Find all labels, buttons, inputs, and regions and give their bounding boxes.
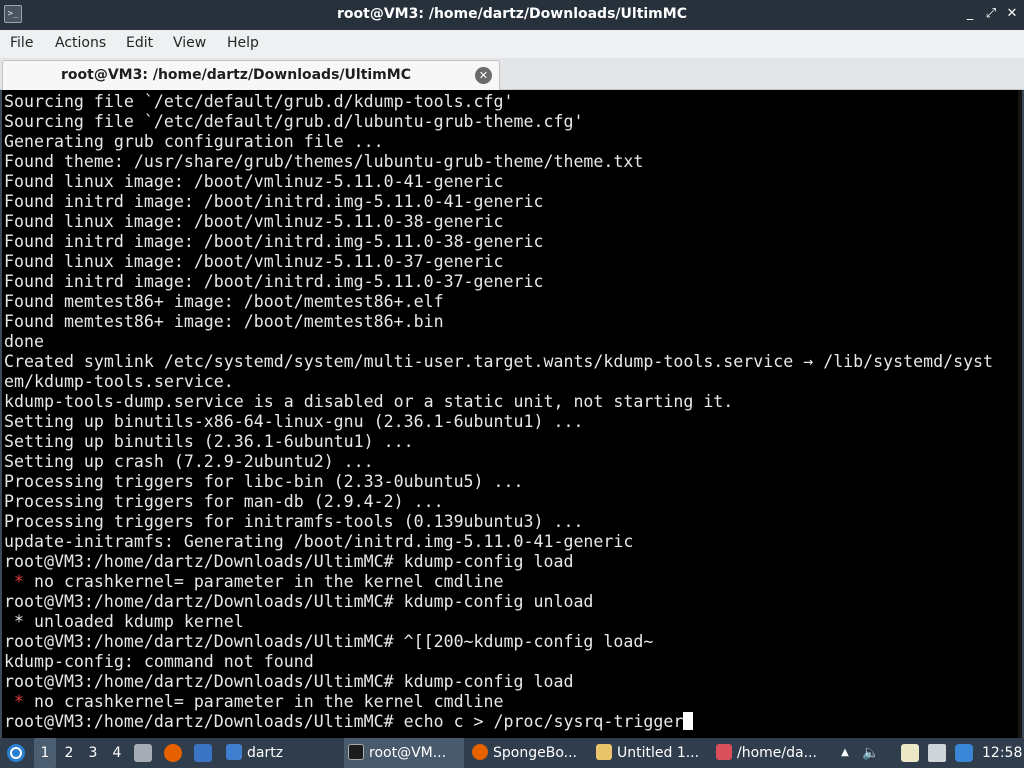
show-desktop-icon[interactable] [134,744,152,762]
terminal-line: Processing triggers for initramfs-tools … [4,512,584,531]
error-star: * [4,692,24,711]
lubuntu-menu-icon[interactable] [4,738,28,768]
terminal-line: Setting up binutils (2.36.1-6ubuntu1) ..… [4,432,414,451]
terminal-line: Setting up binutils-x86-64-linux-gnu (2.… [4,412,584,431]
terminal-scrollbar[interactable] [1018,90,1022,738]
terminal-line: Found initrd image: /boot/initrd.img-5.1… [4,192,544,211]
task-label: Untitled 1... [617,745,700,761]
taskbar: 1 2 3 4 dartz root@VM... SpongeBo... Unt… [0,738,1024,768]
bluetooth-icon[interactable] [955,744,973,762]
task-image-viewer[interactable]: /home/da... [714,738,832,768]
workspace-3[interactable]: 3 [82,738,104,768]
menu-view[interactable]: View [173,35,206,51]
terminal-line: root@VM3:/home/dartz/Downloads/UltimMC# … [4,632,654,651]
minimize-button[interactable]: _ [962,6,978,22]
clock: 12:58 [982,745,1022,761]
tray-arrow-icon[interactable]: ▲ [838,738,852,768]
terminal-line: kdump-tools-dump.service is a disabled o… [4,392,734,411]
task-text-editor[interactable]: Untitled 1... [592,738,710,768]
maximize-button[interactable]: ⤢ [983,6,999,22]
terminal-line: Sourcing file `/etc/default/grub.d/lubun… [4,112,584,131]
window-titlebar[interactable]: >_ root@VM3: /home/dartz/Downloads/Ultim… [0,0,1024,30]
terminal-line: Found initrd image: /boot/initrd.img-5.1… [4,232,544,251]
menu-help[interactable]: Help [227,35,259,51]
terminal-line: Found linux image: /boot/vmlinuz-5.11.0-… [4,252,504,271]
terminal-output[interactable]: Sourcing file `/etc/default/grub.d/kdump… [0,90,1024,738]
task-label: root@VM... [369,745,447,761]
clipboard-icon[interactable] [901,744,919,762]
task-label: dartz [247,745,284,761]
terminal-line: Found memtest86+ image: /boot/memtest86+… [4,312,444,331]
terminal-line: root@VM3:/home/dartz/Downloads/UltimMC# … [4,592,594,611]
terminal-line: Processing triggers for man-db (2.9.4-2)… [4,492,444,511]
task-label: /home/da... [737,745,817,761]
terminal-line: kdump-config: command not found [4,652,314,671]
network-icon[interactable] [928,744,946,762]
terminal-line: root@VM3:/home/dartz/Downloads/UltimMC# … [4,552,574,571]
terminal-line: Found initrd image: /boot/initrd.img-5.1… [4,272,544,291]
menu-edit[interactable]: Edit [126,35,153,51]
error-star: * [4,572,24,591]
terminal-line: Setting up crash (7.2.9-2ubuntu2) ... [4,452,374,471]
terminal-icon [348,744,364,760]
workspace-2[interactable]: 2 [58,738,80,768]
folder-icon [226,744,242,760]
terminal-cursor [683,712,694,730]
terminal-line: Generating grub configuration file ... [4,132,384,151]
terminal-line: Found linux image: /boot/vmlinuz-5.11.0-… [4,172,504,191]
terminal-line: * no crashkernel= parameter in the kerne… [4,692,504,711]
terminal-line: root@VM3:/home/dartz/Downloads/UltimMC# … [4,672,574,691]
task-label: SpongeBo... [493,745,577,761]
file-manager-icon[interactable] [194,744,212,762]
terminal-line: root@VM3:/home/dartz/Downloads/UltimMC# … [4,712,1016,732]
tab-close-icon[interactable]: ✕ [475,67,492,84]
close-button[interactable]: ✕ [1004,6,1020,22]
firefox-icon[interactable] [164,744,182,762]
tab-bar: root@VM3: /home/dartz/Downloads/UltimMC … [0,58,1024,90]
terminal-lines: Sourcing file `/etc/default/grub.d/kdump… [4,92,1016,732]
terminal-line: done [4,332,44,351]
text-editor-icon [596,744,612,760]
terminal-line: * unloaded kdump kernel [4,612,244,631]
workspace-4[interactable]: 4 [106,738,128,768]
terminal-line: Found linux image: /boot/vmlinuz-5.11.0-… [4,212,504,231]
firefox-icon [472,744,488,760]
task-terminal[interactable]: root@VM... [344,738,464,768]
volume-icon[interactable]: 🔈 [862,738,880,768]
workspace-1[interactable]: 1 [34,738,56,768]
window-title: root@VM3: /home/dartz/Downloads/UltimMC [337,6,687,22]
terminal-line: update-initramfs: Generating /boot/initr… [4,532,634,551]
terminal-line: * no crashkernel= parameter in the kerne… [4,572,504,591]
menu-bar: File Actions Edit View Help [0,30,1024,58]
terminal-tab[interactable]: root@VM3: /home/dartz/Downloads/UltimMC … [2,60,500,90]
terminal-line: Created symlink /etc/systemd/system/mult… [4,352,994,371]
terminal-line: em/kdump-tools.service. [4,372,234,391]
task-dartz[interactable]: dartz [222,738,340,768]
menu-file[interactable]: File [10,35,33,51]
terminal-line: Sourcing file `/etc/default/grub.d/kdump… [4,92,514,111]
tab-label: root@VM3: /home/dartz/Downloads/UltimMC [61,67,411,83]
image-viewer-icon [716,744,732,760]
task-firefox[interactable]: SpongeBo... [468,738,588,768]
menu-actions[interactable]: Actions [55,35,106,51]
terminal-line: Found theme: /usr/share/grub/themes/lubu… [4,152,644,171]
terminal-line: Processing triggers for libc-bin (2.33-0… [4,472,524,491]
terminal-line: Found memtest86+ image: /boot/memtest86+… [4,292,444,311]
